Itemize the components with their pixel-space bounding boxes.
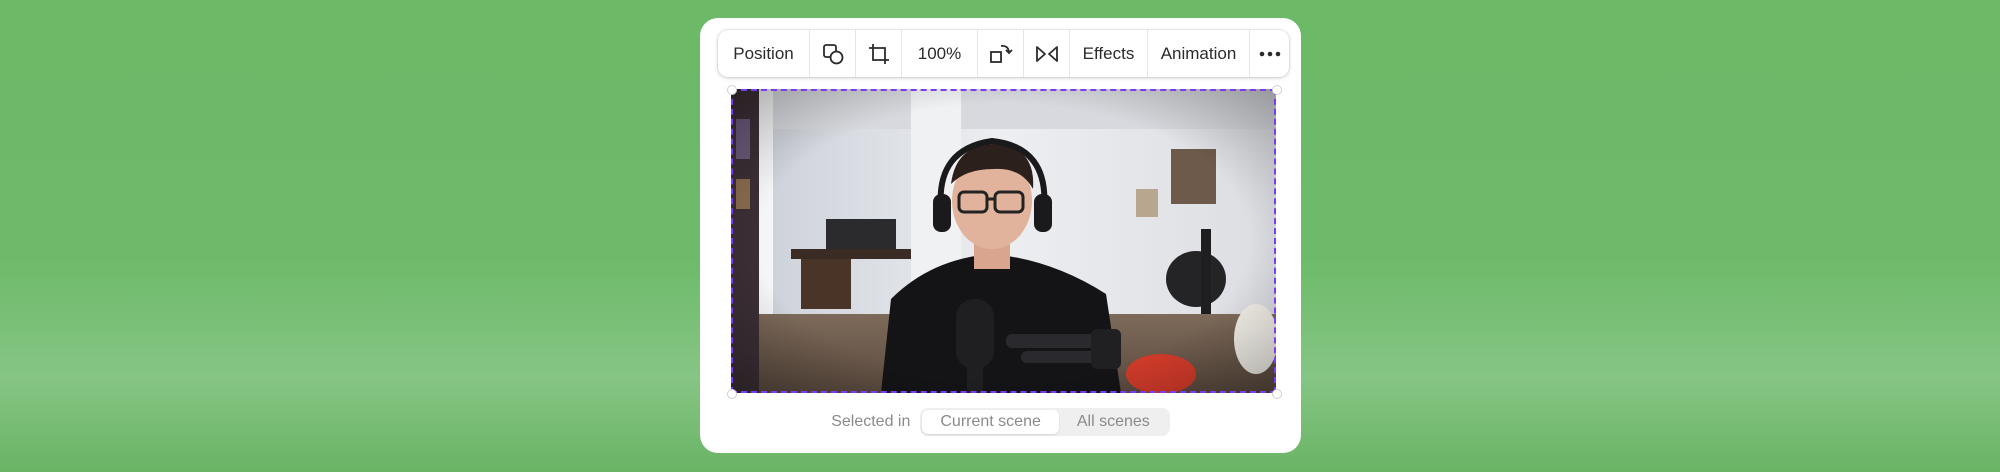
animation-label: Animation bbox=[1160, 43, 1237, 63]
resize-handle-bottom-left[interactable] bbox=[727, 389, 737, 399]
resize-handle-bottom-right[interactable] bbox=[1272, 389, 1282, 399]
source-toolbar: Position 100% Effects Animation bbox=[718, 30, 1289, 77]
resize-handle-top-right[interactable] bbox=[1272, 85, 1282, 95]
shape-mask-icon bbox=[822, 43, 843, 64]
more-button[interactable] bbox=[1250, 30, 1289, 77]
scope-segmented-control: Current scene All scenes bbox=[920, 408, 1170, 436]
flip-icon bbox=[1035, 45, 1058, 62]
rotate-icon bbox=[989, 44, 1013, 63]
flip-button[interactable] bbox=[1024, 30, 1070, 77]
zoom-value: 100% bbox=[917, 43, 962, 63]
crop-icon bbox=[868, 43, 889, 64]
current-scene-option[interactable]: Current scene bbox=[922, 410, 1059, 434]
shape-mask-button[interactable] bbox=[810, 30, 856, 77]
zoom-dropdown[interactable]: 100% bbox=[902, 30, 978, 77]
resize-handle-top-left[interactable] bbox=[727, 85, 737, 95]
webcam-video-image bbox=[731, 89, 1276, 393]
all-scenes-option[interactable]: All scenes bbox=[1059, 410, 1168, 434]
crop-button[interactable] bbox=[856, 30, 902, 77]
scene-scope-selector: Selected in Current scene All scenes bbox=[700, 406, 1301, 438]
source-editor-card: Position 100% Effects Animation Selected… bbox=[700, 18, 1301, 453]
more-icon bbox=[1259, 51, 1280, 56]
rotate-button[interactable] bbox=[978, 30, 1024, 77]
position-label: Position bbox=[733, 43, 794, 63]
webcam-video-frame[interactable] bbox=[731, 89, 1276, 393]
scope-label: Selected in bbox=[831, 413, 911, 430]
position-button[interactable]: Position bbox=[718, 30, 810, 77]
effects-label: Effects bbox=[1082, 43, 1135, 63]
animation-button[interactable]: Animation bbox=[1148, 30, 1250, 77]
effects-button[interactable]: Effects bbox=[1070, 30, 1148, 77]
